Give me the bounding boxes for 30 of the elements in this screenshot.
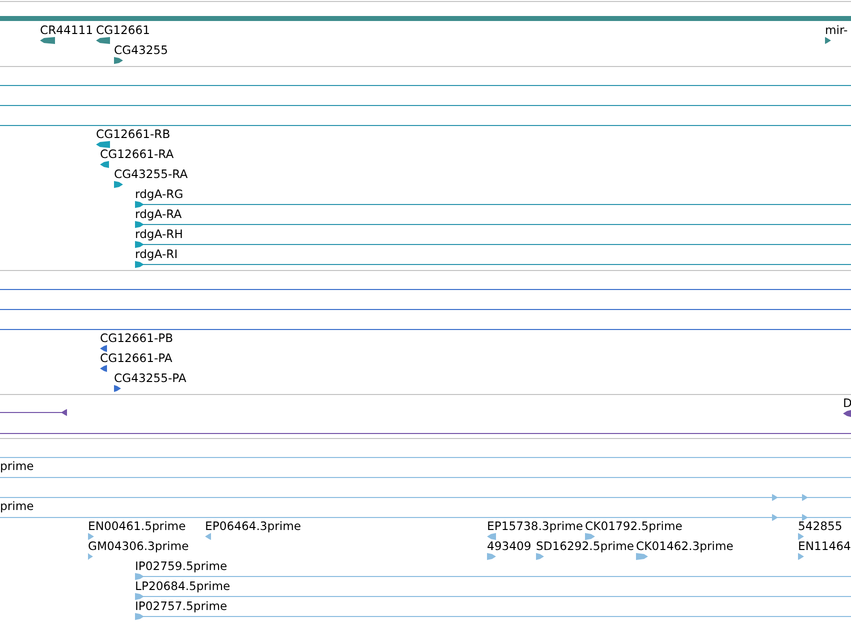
feature-label: IP02757.5prime (135, 599, 228, 613)
feature-label: CG43255-PA (114, 371, 186, 385)
feature-label: SD16292.5prime (536, 539, 634, 553)
feature-label: D (843, 396, 851, 410)
feature-label: CG43255 (114, 43, 168, 57)
feature-label: CR44111 (40, 23, 94, 37)
feature-label: rdgA-RH (135, 227, 183, 241)
feature-label: CK01792.5prime (585, 519, 682, 533)
feature-label: CG12661-RA (100, 147, 174, 161)
feature-label: prime (0, 499, 34, 513)
feature-label: 493409 (487, 539, 532, 553)
feature-label: EP06464.3prime (205, 519, 302, 533)
feature-label: mir- (825, 23, 848, 37)
feature-label: CG12661-PB (100, 331, 174, 345)
feature-label: EN11464 (798, 539, 851, 553)
feature-label: CG43255-RA (114, 167, 188, 181)
feature-label: EP15738.3prime (487, 519, 584, 533)
feature-label: GM04306.3prime (88, 539, 189, 553)
feature-label: prime (0, 459, 34, 473)
feature-label: CG12661-RB (96, 127, 170, 141)
feature-label: rdgA-RG (135, 187, 184, 201)
feature-label: rdgA-RA (135, 207, 182, 221)
feature-label: LP20684.5prime (135, 579, 230, 593)
feature-label: 542855 (798, 519, 842, 533)
feature-label: CK01462.3prime (636, 539, 734, 553)
feature-label: IP02759.5prime (135, 559, 228, 573)
feature-label: CG12661 (96, 23, 150, 37)
feature-label: rdgA-RI (135, 247, 178, 261)
feature-label: CG12661-PA (100, 351, 172, 365)
feature-label: EN00461.5prime (88, 519, 186, 533)
